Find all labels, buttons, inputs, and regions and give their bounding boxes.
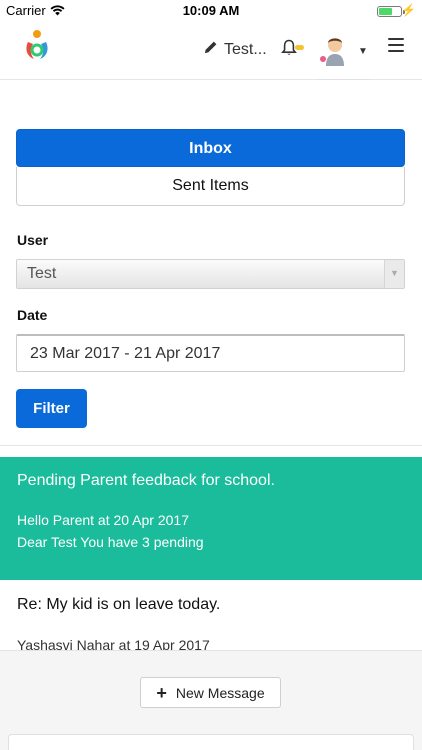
message-subject: Pending Parent feedback for school. xyxy=(17,472,275,489)
plus-icon: + xyxy=(156,682,167,703)
chevron-down-icon: ▼ xyxy=(390,268,399,278)
status-bar: Carrier 10:09 AM ⚡ xyxy=(0,0,422,22)
user-avatar-icon xyxy=(316,38,354,72)
new-message-label: New Message xyxy=(175,684,265,701)
user-filter-label: User xyxy=(17,232,49,248)
date-filter-label: Date xyxy=(17,307,48,323)
pencil-icon xyxy=(204,40,218,59)
top-navbar: Test... ▼ xyxy=(0,22,422,80)
charging-icon: ⚡ xyxy=(401,3,416,17)
message-sender: Yashasvi Nahar at 19 Apr 2017 xyxy=(17,637,210,650)
tab-inbox[interactable]: Inbox xyxy=(16,129,405,167)
message-preview: Dear Test You have 3 pending xyxy=(17,534,204,550)
message-footer: + New Message xyxy=(0,650,422,724)
message-item[interactable]: Re: My kid is on leave today. Yashasvi N… xyxy=(0,580,422,650)
notification-badge xyxy=(295,45,304,50)
message-item[interactable]: Pending Parent feedback for school. Hell… xyxy=(0,457,422,580)
new-message-button[interactable]: + New Message xyxy=(140,677,281,708)
app-logo-icon[interactable] xyxy=(22,28,52,62)
filter-button[interactable]: Filter xyxy=(16,389,87,428)
profile-edit-link[interactable]: Test... xyxy=(204,40,267,59)
divider xyxy=(0,445,422,446)
date-range-input[interactable] xyxy=(16,334,405,372)
user-avatar-menu[interactable]: ▼ xyxy=(316,32,370,80)
bottom-card xyxy=(8,734,414,750)
battery-icon xyxy=(377,6,405,17)
hamburger-menu-icon[interactable] xyxy=(388,38,404,52)
user-select-value: Test xyxy=(27,265,57,282)
message-sender: Hello Parent at 20 Apr 2017 xyxy=(17,512,190,528)
tab-sent-items[interactable]: Sent Items xyxy=(16,167,405,206)
caret-down-icon: ▼ xyxy=(358,46,368,57)
user-select[interactable]: Test ▼ xyxy=(16,259,405,289)
user-name-label: Test... xyxy=(224,40,267,58)
message-subject: Re: My kid is on leave today. xyxy=(17,596,221,613)
status-time: 10:09 AM xyxy=(182,3,240,18)
notification-bell[interactable] xyxy=(281,39,304,61)
